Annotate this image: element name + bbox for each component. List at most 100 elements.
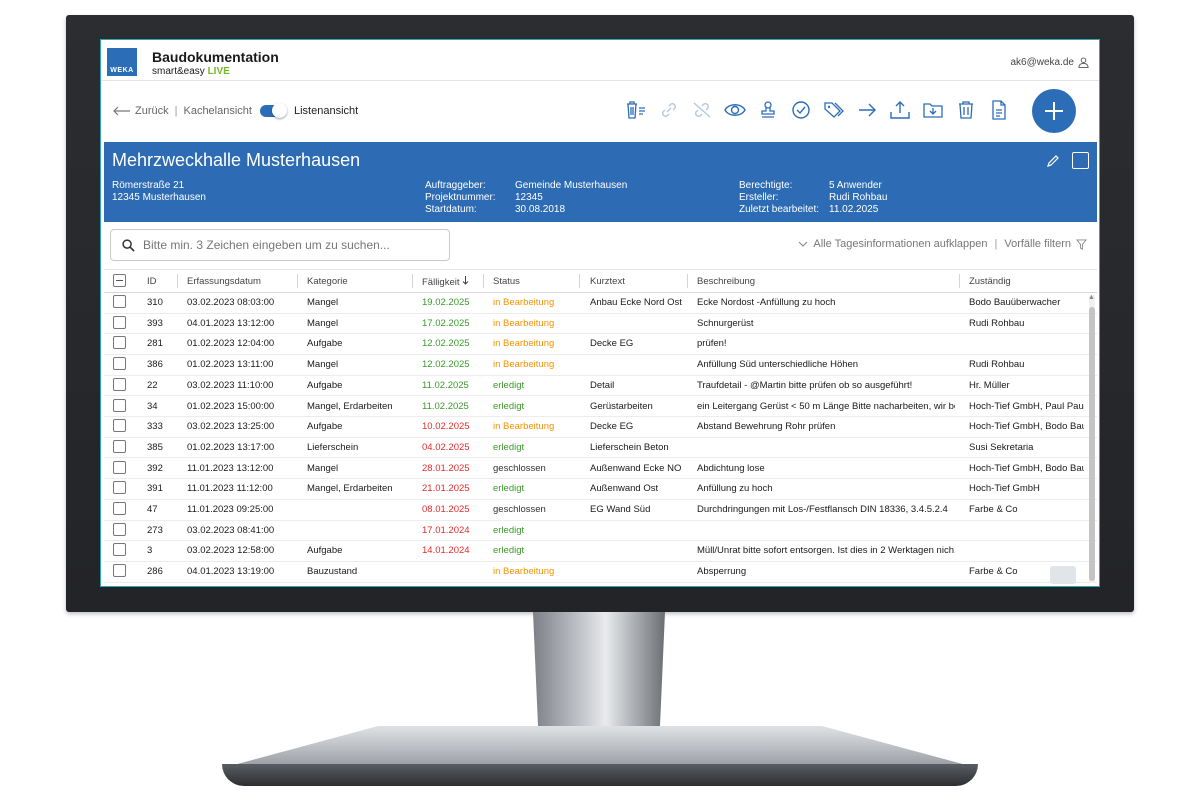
cell-short: Decke EG <box>590 421 634 433</box>
table-row[interactable]: 333 03.02.2023 13:25:00 Aufgabe 10.02.2025 i… <box>104 416 1097 438</box>
select-project-checkbox[interactable] <box>1072 152 1089 169</box>
table-row[interactable]: 22 03.02.2023 11:10:00 Aufgabe 11.02.2025 er… <box>104 375 1097 397</box>
cell-date: 01.02.2023 13:11:00 <box>187 359 274 371</box>
row-checkbox[interactable] <box>113 315 126 329</box>
table-row[interactable]: 391 11.01.2023 11:12:00 Mangel, Erdarbeite… <box>104 478 1097 500</box>
app-subtitle: smart&easy LIVE <box>152 66 230 77</box>
row-checkbox[interactable] <box>113 336 126 350</box>
cell-due: 12.02.2025 <box>422 338 470 350</box>
cell-description: prüfen! <box>697 338 727 350</box>
filter-link[interactable]: Vorfälle filtern <box>1004 238 1071 250</box>
cell-id: 286 <box>147 566 163 578</box>
app-subtitle-prefix: smart&easy <box>152 66 205 77</box>
cell-id: 273 <box>147 524 163 536</box>
cell-id: 34 <box>147 400 158 412</box>
cell-owner: Hr. Müller <box>969 379 1010 391</box>
complete-button[interactable] <box>790 99 812 121</box>
folder-download-button[interactable] <box>922 99 944 121</box>
add-button[interactable] <box>1032 89 1076 133</box>
user-menu[interactable]: ak6@weka.de <box>1010 57 1089 68</box>
search-input[interactable]: Bitte min. 3 Zeichen eingeben um zu such… <box>110 229 450 261</box>
header-date[interactable]: Erfassungsdatum <box>187 276 261 287</box>
cell-status: geschlossen <box>493 504 546 515</box>
arrow-left-icon[interactable] <box>113 106 131 116</box>
table-row[interactable]: 392 11.01.2023 13:12:00 Mangel 28.01.2025 ge… <box>104 458 1097 480</box>
unlink-button[interactable] <box>691 99 713 121</box>
tile-view-label[interactable]: Kachelansicht <box>183 105 252 117</box>
header-category[interactable]: Kategorie <box>307 276 348 287</box>
table-row[interactable]: 393 04.01.2023 13:12:00 Mangel 17.02.2025 in… <box>104 313 1097 335</box>
row-checkbox[interactable] <box>113 439 126 453</box>
table-row[interactable]: 47 11.01.2023 09:25:00 08.01.2025 geschloss… <box>104 499 1097 521</box>
select-all-checkbox[interactable] <box>113 274 126 287</box>
cell-description: Schnurgerüst <box>697 317 754 329</box>
cell-due: 08.01.2025 <box>422 504 470 515</box>
link-button[interactable] <box>658 99 680 121</box>
header-owner[interactable]: Zuständig <box>969 276 1011 287</box>
cell-due: 11.02.2025 <box>422 379 469 391</box>
edited-label: Zuletzt bearbeitet: <box>739 204 820 215</box>
table-row[interactable]: 273 03.02.2023 08:41:00 17.01.2024 erledigt <box>104 520 1097 542</box>
table-row[interactable]: 386 01.02.2023 13:11:00 Mangel 12.02.2025 in… <box>104 354 1097 376</box>
row-checkbox[interactable] <box>113 481 126 495</box>
header-due[interactable]: Fälligkeit <box>422 276 469 288</box>
monitor-foot <box>222 764 978 786</box>
cell-status: geschlossen <box>493 462 546 474</box>
back-link[interactable]: Zurück <box>135 105 169 117</box>
header-short[interactable]: Kurztext <box>590 276 625 287</box>
row-checkbox[interactable] <box>113 543 126 557</box>
cell-short: Gerüstarbeiten <box>590 400 653 412</box>
expand-all-link[interactable]: Alle Tagesinformationen aufklappen <box>813 238 987 250</box>
view-toggle[interactable] <box>259 103 287 118</box>
table-scrollbar[interactable] <box>1089 295 1095 583</box>
header-status[interactable]: Status <box>493 276 520 287</box>
row-checkbox[interactable] <box>113 357 126 371</box>
cell-due: 10.02.2025 <box>422 421 470 433</box>
table-row[interactable]: 385 01.02.2023 13:17:00 Lieferschein 04.02.… <box>104 437 1097 459</box>
table-row[interactable]: 310 03.02.2023 08:03:00 Mangel 19.02.2025 in… <box>104 292 1097 314</box>
sort-down-icon <box>462 276 469 285</box>
row-checkbox[interactable] <box>113 398 126 412</box>
table-row[interactable]: 286 04.01.2023 13:19:00 Bauzustand in Bearb… <box>104 561 1097 583</box>
cell-date: 03.02.2023 08:03:00 <box>187 297 275 308</box>
row-checkbox[interactable] <box>113 502 126 515</box>
stamp-button[interactable] <box>757 99 779 121</box>
cell-short: Außenwand Ost <box>590 483 659 495</box>
screen: WEKA Baudokumentation smart&easy LIVE ak… <box>100 39 1100 587</box>
upload-button[interactable] <box>889 99 911 121</box>
pencil-icon[interactable] <box>1046 154 1060 168</box>
row-checkbox[interactable] <box>113 295 126 308</box>
row-checkbox[interactable] <box>113 460 126 474</box>
list-view-label[interactable]: Listenansicht <box>294 105 358 117</box>
row-checkbox[interactable] <box>113 522 126 536</box>
column-divider <box>483 274 484 288</box>
project-address: Römerstraße 21 12345 Musterhausen <box>112 180 206 204</box>
weka-logo[interactable]: WEKA <box>107 48 137 76</box>
cell-status: in Bearbeitung <box>493 297 555 308</box>
header-id[interactable]: ID <box>147 276 157 287</box>
start-value: 30.08.2018 <box>515 204 566 215</box>
delete-list-button[interactable] <box>625 99 647 121</box>
tags-button[interactable] <box>823 99 845 121</box>
forward-button[interactable] <box>856 99 878 121</box>
action-tools <box>625 99 1010 121</box>
view-button[interactable] <box>724 99 746 121</box>
cell-due: 04.02.2025 <box>422 441 470 453</box>
cell-description: Abdichtung lose <box>697 462 765 474</box>
column-divider <box>412 274 413 288</box>
row-checkbox[interactable] <box>113 377 126 391</box>
side-button[interactable] <box>1050 566 1076 584</box>
header-description[interactable]: Beschreibung <box>697 276 755 287</box>
scroll-up-arrow[interactable]: ▲ <box>1088 294 1095 301</box>
unlink-icon <box>693 102 711 118</box>
row-checkbox[interactable] <box>113 564 126 578</box>
filter-icon[interactable] <box>1076 238 1087 250</box>
row-checkbox[interactable] <box>113 419 126 433</box>
table-row[interactable]: 281 01.02.2023 12:04:00 Aufgabe 12.02.2025 i… <box>104 333 1097 355</box>
report-button[interactable] <box>988 99 1010 121</box>
cell-description: Müll/Unrat bitte sofort entsorgen. Ist d… <box>697 545 955 557</box>
delete-button[interactable] <box>955 99 977 121</box>
scroll-thumb[interactable] <box>1089 307 1095 581</box>
table-row[interactable]: 3 03.02.2023 12:58:00 Aufgabe 14.01.2024 erl… <box>104 540 1097 562</box>
table-row[interactable]: 34 01.02.2023 15:00:00 Mangel, Erdarbeiten… <box>104 396 1097 417</box>
